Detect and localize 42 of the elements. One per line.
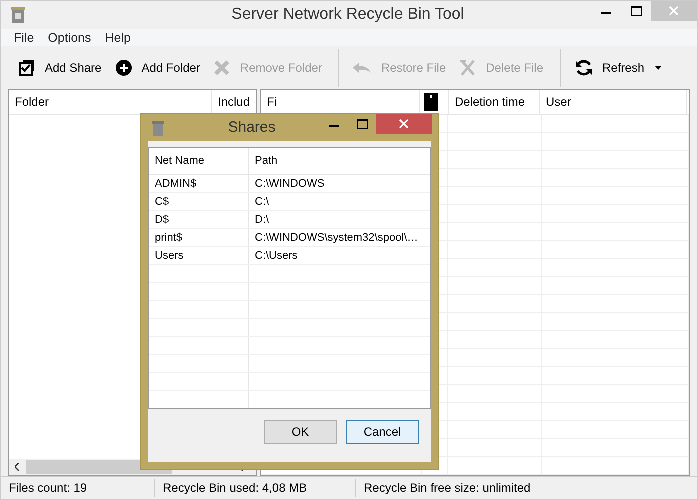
scroll-left-icon[interactable] [15,463,20,472]
table-cell-text: D:\ [254,212,270,228]
column-header[interactable]: Path [249,148,430,174]
table-cell-text: C:\WINDOWS\system32\spool\… [254,230,420,246]
table-cell: ADMIN$ [149,175,249,192]
dialog-title: Shares [227,119,277,136]
plus-circle-icon [116,60,132,76]
dropdown-caret-icon [654,66,662,70]
checklist-icon [19,60,35,76]
recycle-bin-icon [152,120,164,136]
column-header[interactable]: User [540,90,687,114]
cross-icon [460,60,476,76]
refresh-icon [574,58,592,77]
table-cell: D$ [149,211,249,228]
recycle-bin-icon [11,6,25,24]
dialog-button[interactable]: Cancel [346,420,419,444]
close-icon [669,6,679,16]
menu-item[interactable]: Help [98,30,138,45]
menu-item[interactable]: Options [41,30,98,45]
status-text: Files count: 19 [1,479,155,498]
close-icon [399,119,409,129]
toolbar-button[interactable]: Add Folder [110,56,206,80]
maximize-icon [630,6,642,16]
table-cell-text: C:\Users [254,248,299,264]
dialog-button[interactable]: OK [264,420,337,444]
toolbar-button[interactable]: Refresh [568,54,668,81]
toolbar-button[interactable]: Add Share [13,56,108,80]
maximize-icon [356,119,368,129]
column-header[interactable]: Net Name [149,148,249,174]
table-cell: C$ [149,193,249,210]
status-text: Recycle Bin free size: unlimited [363,480,531,498]
window-title: Server Network Recycle Bin Tool [232,6,464,24]
close-button[interactable] [376,114,432,134]
table-cell: print$ [149,229,249,246]
table-cell-text: C:\WINDOWS [254,176,326,192]
undo-arrow-icon [353,62,372,74]
table-cell: Users [149,247,249,264]
table-cell-text: C:\ [254,194,270,210]
cross-icon [214,60,230,76]
column-header[interactable]: Deletion time [449,90,540,114]
status-text: Recycle Bin used: 4,08 MB [155,479,356,498]
menu-item[interactable]: File [7,30,42,45]
